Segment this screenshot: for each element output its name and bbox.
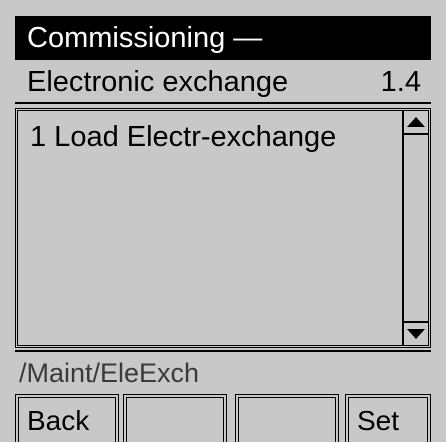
menu-subheader-number: 1.4 (380, 66, 421, 98)
list-item-load-electr-exchange[interactable]: 1 Load Electr-exchange (30, 117, 336, 157)
softkey-3-button[interactable] (235, 394, 339, 442)
page-title-text: Commissioning — (27, 22, 263, 54)
scroll-up-arrow-icon (407, 117, 425, 127)
scroll-down-arrow-icon (407, 329, 425, 339)
device-display: Commissioning — Electronic exchange 1.4 … (0, 0, 446, 442)
page-title: Commissioning — (15, 16, 431, 60)
back-button[interactable]: Back (15, 394, 119, 442)
scroll-up-button[interactable] (404, 111, 428, 135)
menu-subheader: Electronic exchange 1.4 (15, 60, 431, 104)
menu-subheader-label: Electronic exchange (27, 66, 289, 98)
set-button[interactable]: Set (345, 394, 431, 442)
softkey-2-button[interactable] (123, 394, 227, 442)
menu-list: 1 Load Electr-exchange (15, 108, 431, 348)
scroll-down-button[interactable] (404, 321, 428, 345)
softkey-bar: Back Set (15, 394, 431, 442)
scrollbar[interactable] (402, 111, 428, 345)
menu-path: /Maint/EleExch (15, 350, 431, 392)
